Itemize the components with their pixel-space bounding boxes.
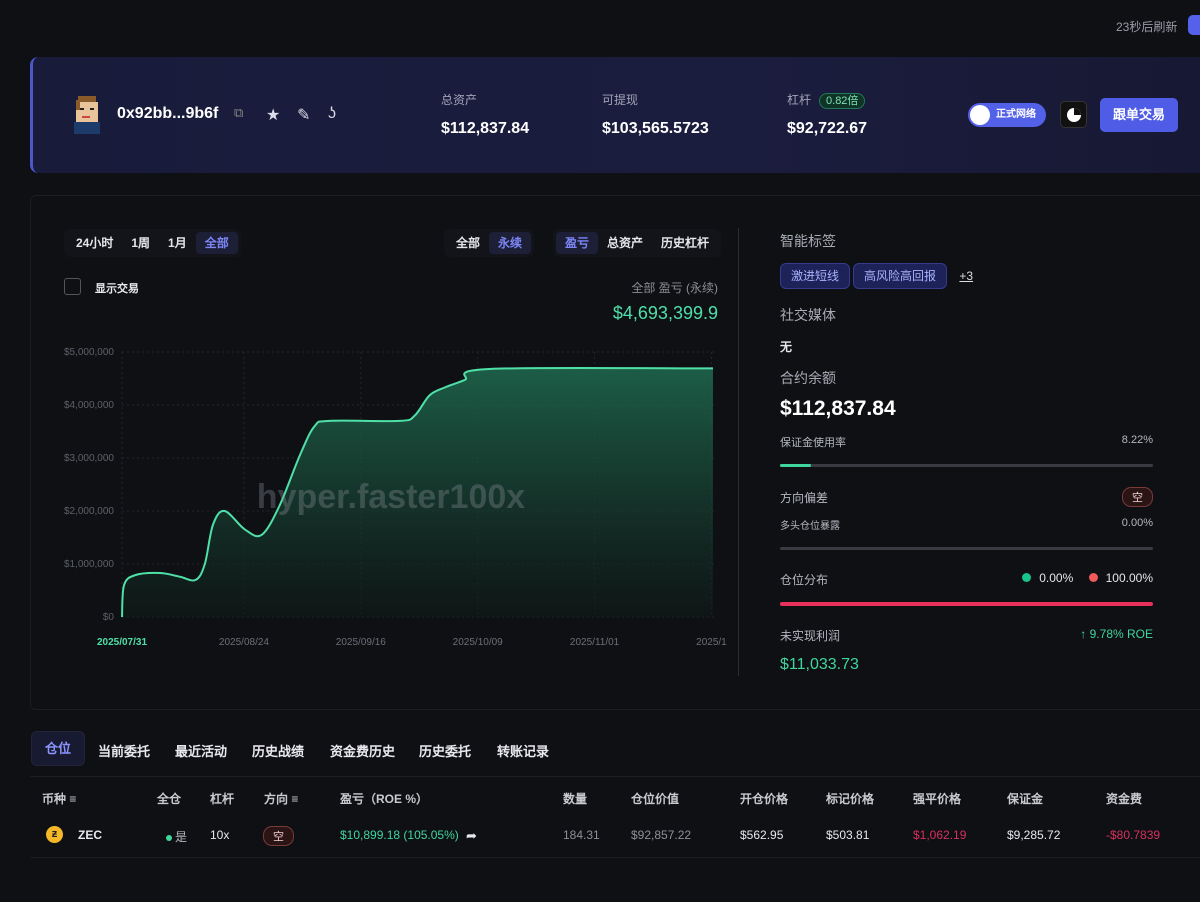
smart-tags-title: 智能标签 xyxy=(780,233,836,249)
auto-refresh-toggle[interactable] xyxy=(1188,15,1200,35)
position-value: $92,857.22 xyxy=(631,828,692,842)
margin-usage-value: 8.22% xyxy=(1121,434,1153,446)
x-tick-label: 2025/11/01 xyxy=(570,637,620,648)
filter-icon[interactable]: ≡ xyxy=(69,792,76,806)
liq-price: $1,062.19 xyxy=(913,828,967,842)
tab-history-performance[interactable]: 历史战绩 xyxy=(252,741,304,760)
col-margin: 保证金 xyxy=(1007,792,1044,806)
bias-badge: 空 xyxy=(1122,487,1153,507)
col-entry: 开仓价格 xyxy=(740,792,789,806)
distribution-legend: 0.00% 100.00% xyxy=(1022,571,1153,585)
y-tick-label: $4,000,000 xyxy=(64,400,114,411)
col-leverage: 杠杆 xyxy=(210,792,235,806)
header-label: 币种 xyxy=(42,792,67,806)
filter-icon[interactable]: ≡ xyxy=(291,792,298,806)
leverage-value: $92,722.67 xyxy=(787,120,868,137)
y-tick-label: $1,000,000 xyxy=(64,559,114,570)
tab-recent-activity[interactable]: 最近活动 xyxy=(175,741,227,760)
long-dot xyxy=(1022,573,1032,582)
cross-value: 是 xyxy=(175,830,188,844)
unrealized-label: 未实现利润 xyxy=(780,629,841,643)
stat-label: 杠杆 0.82倍 xyxy=(787,91,866,109)
unrealized-roe: ↑ 9.78% ROE xyxy=(1080,627,1153,641)
col-liq: 强平价格 xyxy=(913,792,962,806)
tab-transfers[interactable]: 转账记录 xyxy=(497,741,549,760)
long-pct: 0.00% xyxy=(1039,571,1074,585)
col-funding: 资金费 xyxy=(1106,792,1143,806)
coin[interactable]: ZEC xyxy=(78,828,102,842)
margin-usage-bar xyxy=(780,464,1153,467)
col-value: 仓位价值 xyxy=(631,792,680,806)
y-tick-label: $2,000,000 xyxy=(64,506,114,517)
short-pct: 100.00% xyxy=(1105,571,1153,585)
long-exposure-value: 0.00% xyxy=(1121,517,1153,529)
more-tags-link[interactable]: +3 xyxy=(959,269,973,283)
bias-label: 方向偏差 xyxy=(780,491,829,505)
side-badge: 空 xyxy=(263,826,294,846)
col-side[interactable]: 方向 ≡ xyxy=(264,790,298,807)
col-qty: 数量 xyxy=(563,792,588,806)
funding: -$80.7839 xyxy=(1106,828,1161,842)
network-label: 正式网络 xyxy=(996,109,1036,120)
toggle-knob xyxy=(970,105,990,125)
pie-chart-button[interactable] xyxy=(1060,101,1087,128)
positions-table xyxy=(30,776,1200,858)
tab-order-history[interactable]: 历史委托 xyxy=(419,741,471,760)
status-dot xyxy=(166,834,172,841)
col-mark: 标记价格 xyxy=(826,792,875,806)
y-tick-label: $5,000,000 xyxy=(64,347,114,358)
long-exposure-label: 多头仓位暴露 xyxy=(780,521,840,532)
quantity: 184.31 xyxy=(563,828,600,842)
y-tick-label: $0 xyxy=(103,612,115,623)
header-label: 方向 xyxy=(264,792,289,806)
margin-usage-label: 保证金使用率 xyxy=(780,437,846,449)
refresh-countdown: 23秒后刷新 xyxy=(1116,20,1178,34)
smart-tags: 激进短线 高风险高回报 +3 xyxy=(780,263,973,289)
col-cross: 全仓 xyxy=(157,792,182,806)
watermark: hyper.faster100x xyxy=(257,478,525,516)
x-tick-label: 2025/09/16 xyxy=(336,637,386,648)
leverage-badge: 0.82倍 xyxy=(819,93,866,109)
cross: 是 xyxy=(166,828,187,845)
leverage: 10x xyxy=(210,828,230,842)
col-coin[interactable]: 币种 ≡ xyxy=(42,790,76,807)
col-pnl: 盈亏（ROE %） xyxy=(340,792,429,806)
balance-title: 合约余额 xyxy=(780,370,836,386)
tab-positions[interactable]: 仓位 xyxy=(31,731,85,766)
leverage-label: 杠杆 xyxy=(787,93,812,107)
contract-balance: $112,837.84 xyxy=(780,397,896,420)
zec-coin-icon: ƶ xyxy=(46,826,63,843)
pnl-chart: hyper.faster100x $0 $1,000,000 $2,000,000 $… xyxy=(64,347,727,648)
unrealized-value: $11,033.73 xyxy=(780,656,859,673)
tag[interactable]: 激进短线 xyxy=(780,263,851,289)
pie-chart-icon xyxy=(1066,107,1081,122)
pnl: $10,899.18 (105.05%) xyxy=(340,828,459,842)
distribution-label: 仓位分布 xyxy=(780,573,829,587)
x-tick-label: 2025/1 xyxy=(696,637,727,648)
long-exposure-bar xyxy=(780,547,1153,550)
tag[interactable]: 高风险高回报 xyxy=(853,263,948,289)
margin-usage-fill xyxy=(780,464,811,467)
tab-funding-history[interactable]: 资金费历史 xyxy=(330,741,395,760)
social-value: 无 xyxy=(780,340,793,354)
margin: $9,285.72 xyxy=(1007,828,1061,842)
x-tick-label: 2025/08/24 xyxy=(219,637,269,648)
distribution-bar xyxy=(780,602,1153,606)
social-title: 社交媒体 xyxy=(780,307,836,323)
share-icon[interactable]: ➦ xyxy=(466,828,477,844)
tab-open-orders[interactable]: 当前委托 xyxy=(98,741,150,760)
entry-price: $562.95 xyxy=(740,828,784,842)
mark-price: $503.81 xyxy=(826,828,870,842)
short-dot xyxy=(1088,573,1098,582)
x-tick-label: 2025/10/09 xyxy=(453,637,503,648)
divider xyxy=(738,228,739,676)
x-tick-label: 2025/07/31 xyxy=(97,637,147,648)
network-toggle[interactable]: 正式网络 xyxy=(968,103,1046,127)
y-tick-label: $3,000,000 xyxy=(64,453,114,464)
follow-trade-button[interactable]: 跟单交易 xyxy=(1100,98,1178,132)
